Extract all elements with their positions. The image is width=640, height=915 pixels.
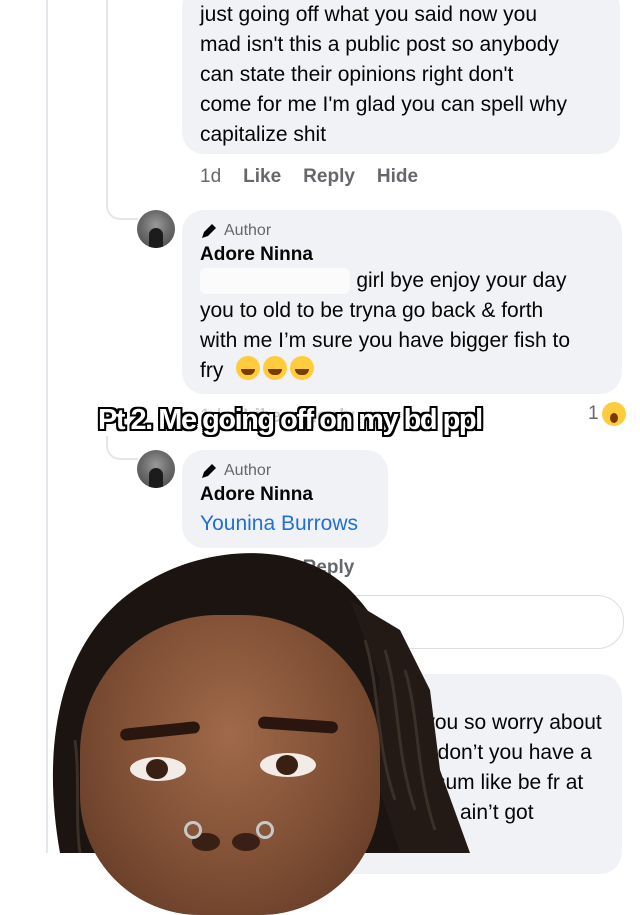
creator-face: [80, 615, 380, 915]
hide-button[interactable]: Hide: [377, 166, 418, 188]
reply-button[interactable]: Reply: [303, 166, 355, 188]
creator-video-overlay: [20, 540, 490, 915]
redacted-mention: [200, 268, 350, 294]
author-badge: Author: [200, 222, 622, 240]
tagged-user-link[interactable]: Younina Burrows: [200, 512, 388, 536]
nose-ring: [256, 821, 274, 839]
comment-timestamp: 1d: [200, 166, 222, 187]
avatar[interactable]: [137, 210, 175, 248]
like-button[interactable]: Like: [243, 166, 281, 188]
video-caption: Pt 2. Me going off on my bd ppl: [98, 404, 483, 436]
reply-body: s girl bye enjoy your day you to old to …: [200, 266, 622, 386]
reply-bubble: Author Adore Ninna s girl bye enjoy your…: [182, 210, 622, 394]
reaction-number: 1: [588, 403, 599, 424]
creator-brow: [119, 720, 201, 742]
pen-icon: [202, 464, 216, 478]
thread-branch: [106, 436, 138, 460]
creator-nostril: [232, 833, 260, 851]
emoji-row: [236, 356, 317, 381]
author-badge-label: Author: [224, 222, 272, 239]
pen-icon: [202, 224, 216, 238]
author-badge: Author: [200, 462, 388, 480]
sob-emoji-icon: [290, 356, 314, 380]
wow-emoji-icon: [601, 402, 626, 426]
thread-line: [106, 0, 108, 200]
author-name[interactable]: Adore Ninna: [200, 484, 388, 506]
sob-emoji-icon: [236, 356, 260, 380]
comment-actions: 1d Like Reply Hide: [200, 166, 418, 188]
avatar[interactable]: [137, 450, 175, 488]
comment-text: just going off what you said now you mad…: [200, 3, 567, 146]
creator-eye: [260, 753, 316, 777]
comment-bubble: just going off what you said now you mad…: [182, 0, 620, 154]
sob-emoji-icon: [263, 356, 287, 380]
thread-branch: [106, 196, 138, 220]
nose-ring: [184, 821, 202, 839]
reaction-count[interactable]: 1: [588, 402, 626, 426]
reply-bubble: Author Adore Ninna Younina Burrows: [182, 450, 388, 548]
author-name[interactable]: Adore Ninna: [200, 244, 622, 266]
creator-eye: [130, 757, 186, 781]
author-badge-label: Author: [224, 462, 272, 479]
creator-brow: [257, 716, 339, 734]
